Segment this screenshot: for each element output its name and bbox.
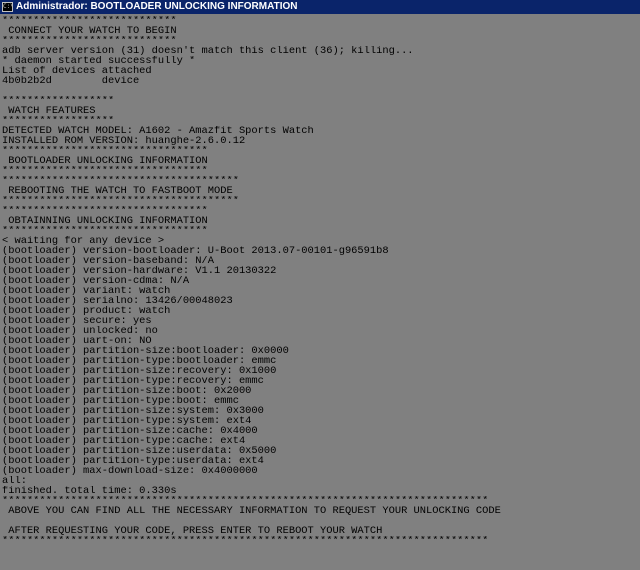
console-line: (bootloader) partition-type:system: ext4: [2, 416, 252, 426]
console-line: **************************************: [2, 176, 239, 186]
console-line: (bootloader) partition-size:bootloader: …: [2, 346, 289, 356]
console-line: 4b0b2b2d device: [2, 76, 140, 86]
console-line: finished. total time: 0.330s: [2, 486, 177, 496]
console-line: ABOVE YOU CAN FIND ALL THE NECESSARY INF…: [2, 506, 501, 516]
console-line: AFTER REQUESTING YOUR CODE, PRESS ENTER …: [2, 526, 383, 536]
console-line: BOOTLOADER UNLOCKING INFORMATION: [2, 156, 208, 166]
console-line: (bootloader) max-download-size: 0x400000…: [2, 466, 258, 476]
console-line: (bootloader) version-cdma: N/A: [2, 276, 190, 286]
console-line: (bootloader) partition-type:cache: ext4: [2, 436, 246, 446]
console-line: (bootloader) version-hardware: V1.1 2013…: [2, 266, 277, 276]
console-line: adb server version (31) doesn't match th…: [2, 46, 414, 56]
console-line: ******************: [2, 116, 115, 126]
console-line: ****************************: [2, 36, 177, 46]
console-line: CONNECT YOUR WATCH TO BEGIN: [2, 26, 177, 36]
console-line: (bootloader) partition-size:boot: 0x2000: [2, 386, 252, 396]
console-line: (bootloader) secure: yes: [2, 316, 152, 326]
console-line: (bootloader) partition-type:userdata: ex…: [2, 456, 264, 466]
console-line: ****************************************…: [2, 536, 489, 546]
console-line: (bootloader) partition-size:system: 0x30…: [2, 406, 264, 416]
console-line: (bootloader) partition-size:cache: 0x400…: [2, 426, 258, 436]
console-line: (bootloader) partition-type:recovery: em…: [2, 376, 264, 386]
console-line: *********************************: [2, 166, 208, 176]
console-line: < waiting for any device >: [2, 236, 165, 246]
console-line: OBTAINNING UNLOCKING INFORMATION: [2, 216, 208, 226]
console-line: (bootloader) partition-size:recovery: 0x…: [2, 366, 277, 376]
console-line: * daemon started successfully *: [2, 56, 196, 66]
console-line: (bootloader) partition-type:boot: emmc: [2, 396, 239, 406]
console-line: all:: [2, 476, 27, 486]
console-line: ****************************: [2, 16, 177, 26]
console-line: (bootloader) partition-type:bootloader: …: [2, 356, 277, 366]
console-line: (bootloader) version-bootloader: U-Boot …: [2, 246, 389, 256]
console-line: (bootloader) product: watch: [2, 306, 171, 316]
console-line: INSTALLED ROM VERSION: huanghe-2.6.0.12: [2, 136, 246, 146]
console-line: (bootloader) variant: watch: [2, 286, 171, 296]
console-line: (bootloader) unlocked: no: [2, 326, 158, 336]
title-bar[interactable]: C:\ Administrador: BOOTLOADER UNLOCKING …: [0, 0, 640, 14]
console-line: (bootloader) uart-on: NO: [2, 336, 152, 346]
console-line: ******************: [2, 96, 115, 106]
window-title: Administrador: BOOTLOADER UNLOCKING INFO…: [16, 1, 298, 12]
console-line: (bootloader) partition-size:userdata: 0x…: [2, 446, 277, 456]
console-line: List of devices attached: [2, 66, 152, 76]
console-line: DETECTED WATCH MODEL: A1602 - Amazfit Sp…: [2, 126, 314, 136]
console-line: ****************************************…: [2, 496, 489, 506]
prompt-line[interactable]: [2, 556, 640, 566]
console-line: REBOOTING THE WATCH TO FASTBOOT MODE: [2, 186, 233, 196]
console-icon[interactable]: C:\: [2, 2, 13, 12]
console-line: *********************************: [2, 206, 208, 216]
console-line: *********************************: [2, 146, 208, 156]
console-line: (bootloader) serialno: 13426/00048023: [2, 296, 233, 306]
console-line: WATCH FEATURES: [2, 106, 96, 116]
console-output[interactable]: **************************** CONNECT YOU…: [0, 14, 640, 570]
console-line: *********************************: [2, 226, 208, 236]
console-line: (bootloader) version-baseband: N/A: [2, 256, 215, 266]
console-line: **************************************: [2, 196, 239, 206]
console-window[interactable]: C:\ Administrador: BOOTLOADER UNLOCKING …: [0, 0, 640, 570]
